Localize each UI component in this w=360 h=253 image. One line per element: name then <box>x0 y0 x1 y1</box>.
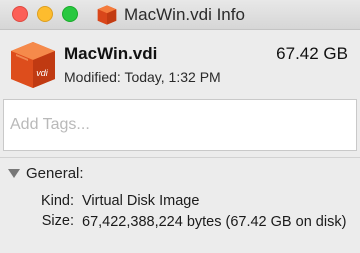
kind-value: Virtual Disk Image <box>82 193 200 209</box>
modified-label: Modified: <box>64 69 121 85</box>
size-row: Size: 67,422,388,224 bytes (67.42 GB on … <box>0 213 360 253</box>
size-label: Size: <box>41 213 74 229</box>
general-section-title: General: <box>26 164 84 182</box>
file-size: 67.42 GB <box>276 44 348 63</box>
icon-badge-text: vdi <box>36 68 49 78</box>
window-title: MacWin.vdi Info <box>124 5 245 24</box>
tags-input[interactable] <box>3 99 357 151</box>
kind-row: Kind: Virtual Disk Image <box>0 193 360 211</box>
close-button[interactable] <box>12 6 28 22</box>
kind-label: Kind: <box>40 193 74 209</box>
size-value: 67,422,388,224 bytes (67.42 GB on disk) <box>82 214 347 230</box>
file-header: vdi MacWin.vdi 67.42 GB Modified: Today,… <box>0 31 360 97</box>
modified-value: Today, 1:32 PM <box>124 69 221 85</box>
section-divider <box>0 157 360 158</box>
file-name: MacWin.vdi <box>64 44 158 63</box>
vdi-file-icon <box>97 5 117 25</box>
virtualbox-disk-icon: vdi <box>11 42 55 88</box>
minimize-button[interactable] <box>37 6 53 22</box>
info-window: MacWin.vdi Info vdi MacWin.vdi 67.42 GB … <box>0 0 360 253</box>
zoom-button[interactable] <box>62 6 78 22</box>
general-section-toggle[interactable]: General: <box>8 164 84 182</box>
disclosure-triangle-icon[interactable] <box>8 168 20 178</box>
window-title-group: MacWin.vdi Info <box>96 3 245 27</box>
title-bar[interactable]: MacWin.vdi Info <box>0 0 360 30</box>
modified-line: Modified: Today, 1:32 PM <box>64 69 221 85</box>
